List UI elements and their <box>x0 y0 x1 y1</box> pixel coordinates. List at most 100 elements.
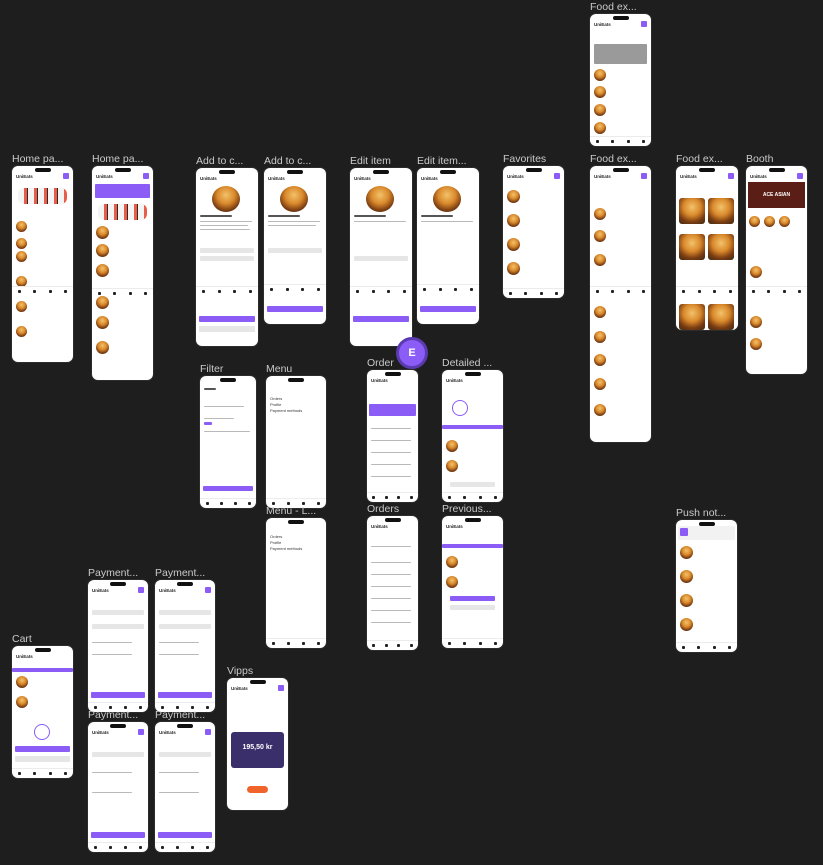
profile-icon[interactable] <box>641 21 647 27</box>
profile-icon[interactable] <box>63 173 69 179</box>
frame-home-page-1[interactable]: Home pa... UniEats <box>12 153 73 362</box>
frame-label: Food ex... <box>676 153 723 165</box>
phone-screen: UniEats <box>367 370 418 502</box>
vipps-pay-button[interactable] <box>247 786 268 793</box>
frame-label: Add to c... <box>196 155 244 167</box>
frame-add-to-cart-2[interactable]: Add to c... UniEats <box>264 155 326 324</box>
app-title: UniEats <box>446 378 463 383</box>
app-title: UniEats <box>159 730 176 735</box>
frame-label: Cart <box>12 633 32 645</box>
phone-screen: Orders Profile Payment methods <box>266 376 326 508</box>
phone-screen: UniEats <box>92 166 153 380</box>
menu-item-payment-methods[interactable]: Payment methods <box>270 408 302 414</box>
phone-screen: UniEats <box>88 722 148 852</box>
frame-label: Favorites <box>503 153 547 165</box>
app-title: UniEats <box>92 588 109 593</box>
app-title: UniEats <box>371 524 388 529</box>
phone-screen: UniEats <box>417 168 479 324</box>
frame-label: Order <box>367 357 394 369</box>
app-title: UniEats <box>421 176 438 181</box>
frame-menu[interactable]: Menu Orders Profile Payment methods <box>266 363 326 508</box>
frame-food-explore-top[interactable]: Food ex... UniEats <box>590 1 651 146</box>
frame-detailed-order[interactable]: Detailed ... UniEats <box>442 357 503 502</box>
frame-label: Home pa... <box>12 153 64 165</box>
frame-label: Edit item <box>350 155 391 167</box>
notch <box>612 16 629 20</box>
tab-bar[interactable] <box>590 136 651 146</box>
frame-favorites[interactable]: Favorites UniEats <box>503 153 564 298</box>
app-title: UniEats <box>750 174 767 179</box>
phone-screen: UniEats <box>503 166 564 298</box>
app-title: UniEats <box>268 176 285 181</box>
app-title: UniEats <box>92 730 109 735</box>
frame-label: Payment... <box>155 567 206 579</box>
phone-screen: UniEats <box>442 370 503 502</box>
frame-label: Menu - L... <box>266 505 317 517</box>
app-title: UniEats <box>159 588 176 593</box>
phone-screen: UniEats <box>590 166 651 442</box>
vipps-card: 195,50 kr <box>231 732 284 768</box>
app-title: UniEats <box>200 176 217 181</box>
app-title: UniEats <box>507 174 524 179</box>
phone-screen: UniEats <box>442 516 503 648</box>
frame-payment-1[interactable]: Payment... UniEats <box>88 567 148 712</box>
frame-orders[interactable]: Orders UniEats <box>367 503 418 650</box>
frame-label: Payment... <box>155 709 206 721</box>
phone-screen: UniEats <box>676 166 738 330</box>
phone-screen: UniEats <box>367 516 418 650</box>
phone-screen: UniEats <box>155 580 215 712</box>
frame-booth[interactable]: Booth UniEats ACE ASIAN <box>746 153 807 374</box>
frame-label: Filter <box>200 363 224 375</box>
frame-food-explore-long[interactable]: Food ex... UniEats <box>590 153 651 442</box>
menu-item-payment-methods[interactable]: Payment methods <box>270 546 302 552</box>
vipps-amount: 195,50 kr <box>242 744 273 751</box>
frame-label: Payment... <box>88 709 139 721</box>
phone-screen: UniEats <box>12 166 73 362</box>
frame-previous-orders[interactable]: Previous... UniEats <box>442 503 503 648</box>
frame-label: Food ex... <box>590 153 637 165</box>
frame-payment-4[interactable]: Payment... UniEats <box>155 709 215 852</box>
phone-screen: UniEats <box>264 168 326 324</box>
frame-label: Payment... <box>88 567 139 579</box>
frame-label: Add to c... <box>264 155 312 167</box>
frame-label: Food ex... <box>590 1 637 13</box>
phone-screen: Orders Profile Payment methods <box>266 518 326 648</box>
booth-banner: ACE ASIAN <box>748 182 805 208</box>
frame-add-to-cart-1[interactable]: Add to c... UniEats <box>196 155 258 346</box>
app-title: UniEats <box>354 176 371 181</box>
frame-label: Menu <box>266 363 293 375</box>
frame-food-explore-grid[interactable]: Food ex... UniEats <box>676 153 738 330</box>
frame-cart[interactable]: Cart UniEats <box>12 633 73 778</box>
collaborator-avatar[interactable]: E <box>396 337 428 369</box>
frame-label: Home pa... <box>92 153 144 165</box>
phone-screen: UniEats 195,50 kr <box>227 678 288 810</box>
phone-screen <box>676 520 737 652</box>
frame-edit-item-1[interactable]: Edit item UniEats <box>350 155 412 346</box>
frame-label: Previous... <box>442 503 492 515</box>
frame-payment-3[interactable]: Payment... UniEats <box>88 709 148 852</box>
app-title: UniEats <box>594 22 611 27</box>
app-title: UniEats <box>680 174 697 179</box>
frame-vipps[interactable]: Vipps UniEats 195,50 kr <box>227 665 288 810</box>
frame-filter[interactable]: Filter <box>200 363 256 508</box>
app-title: UniEats <box>446 524 463 529</box>
app-title: UniEats <box>231 686 248 691</box>
phone-screen: UniEats <box>590 14 651 146</box>
frame-push-notification[interactable]: Push not... <box>676 507 737 652</box>
phone-screen: UniEats <box>350 168 412 346</box>
frame-payment-2[interactable]: Payment... UniEats <box>155 567 215 712</box>
frame-menu-logged[interactable]: Menu - L... Orders Profile Payment metho… <box>266 505 326 648</box>
phone-screen: UniEats <box>155 722 215 852</box>
app-title: UniEats <box>96 174 113 179</box>
frame-label: Detailed ... <box>442 357 493 369</box>
frame-edit-item-2[interactable]: Edit item... UniEats <box>417 155 479 324</box>
phone-screen: UniEats <box>196 168 258 346</box>
frame-label: Push not... <box>676 507 727 519</box>
phone-screen: UniEats <box>88 580 148 712</box>
app-title: UniEats <box>371 378 388 383</box>
app-title: UniEats <box>16 654 33 659</box>
frame-home-page-2[interactable]: Home pa... UniEats <box>92 153 153 380</box>
frame-order[interactable]: Order UniEats <box>367 357 418 502</box>
frame-label: Booth <box>746 153 774 165</box>
frame-label: Vipps <box>227 665 254 677</box>
